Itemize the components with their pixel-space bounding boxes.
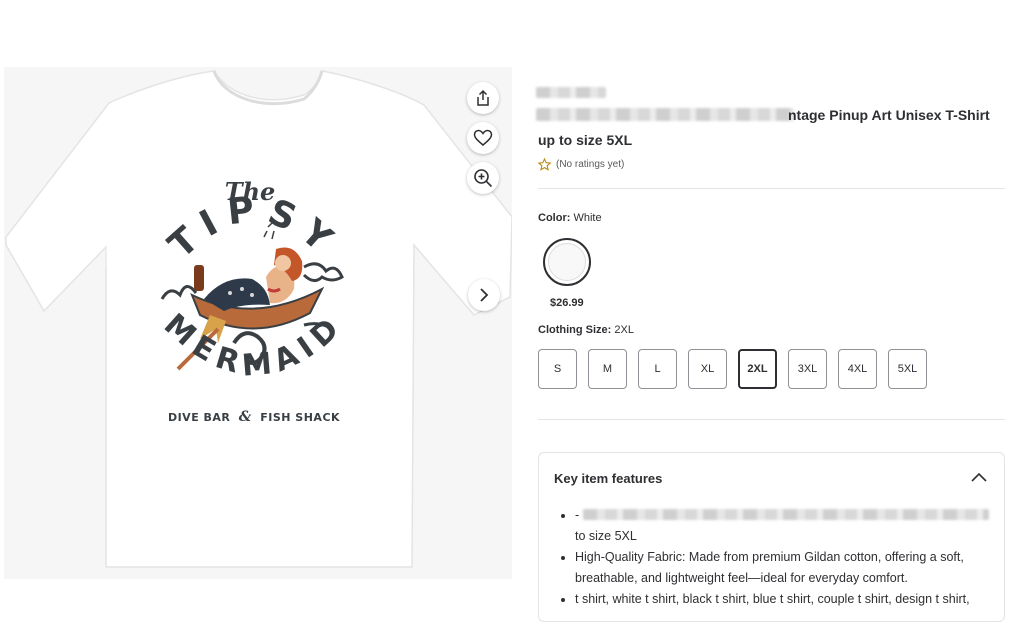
size-label-row: Clothing Size: 2XL bbox=[538, 324, 634, 336]
feature-item: - to size 5XL bbox=[575, 505, 1012, 547]
chevron-right-icon bbox=[480, 288, 489, 302]
feature-text: to size 5XL bbox=[575, 529, 637, 543]
features-list: - to size 5XL High-Quality Fabric: Made … bbox=[557, 505, 1012, 610]
size-option-m[interactable]: M bbox=[588, 349, 627, 389]
swatch-price: $26.99 bbox=[550, 297, 584, 309]
size-option-l[interactable]: L bbox=[638, 349, 677, 389]
print-tagline-left: DIVE BAR bbox=[168, 411, 230, 424]
rating-row[interactable]: (No ratings yet) bbox=[538, 158, 624, 171]
share-icon bbox=[477, 89, 489, 106]
zoom-in-icon bbox=[474, 169, 493, 188]
product-image-gallery[interactable]: The TIPSY MERMAID DIVE BAR & FISH SHACK bbox=[4, 67, 512, 579]
svg-text:DIVE BAR & FIS: DIVE BAR & FISH SHACK bbox=[168, 409, 340, 425]
product-photo: The TIPSY MERMAID DIVE BAR & FISH SHACK bbox=[4, 67, 512, 579]
size-label: Clothing Size: bbox=[538, 324, 612, 336]
product-title-redacted bbox=[536, 108, 794, 121]
favorite-button[interactable] bbox=[467, 122, 499, 154]
size-option-xl[interactable]: XL bbox=[688, 349, 727, 389]
color-value: White bbox=[573, 212, 602, 224]
divider bbox=[538, 188, 1005, 189]
key-features-card: Key item features - to size 5XL High-Qua… bbox=[538, 452, 1005, 622]
color-label: Color: bbox=[538, 212, 571, 224]
feature-item: t shirt, white t shirt, black t shirt, b… bbox=[575, 589, 1012, 610]
size-option-3xl[interactable]: 3XL bbox=[788, 349, 827, 389]
size-option-s[interactable]: S bbox=[538, 349, 577, 389]
size-options: S M L XL 2XL 3XL 4XL 5XL bbox=[538, 349, 927, 389]
swatch-thumbnail bbox=[548, 243, 586, 281]
divider bbox=[538, 419, 1005, 420]
star-icon bbox=[538, 158, 551, 171]
color-swatch-white[interactable] bbox=[543, 238, 591, 286]
product-title-line1: ntage Pinup Art Unisex T-Shirt bbox=[788, 107, 990, 123]
feature-prefix: - bbox=[575, 508, 580, 522]
zoom-button[interactable] bbox=[467, 162, 499, 194]
share-button[interactable] bbox=[467, 82, 499, 114]
feature-item: High-Quality Fabric: Made from premium G… bbox=[575, 547, 1012, 589]
product-title-line2: up to size 5XL bbox=[538, 132, 633, 148]
brand-name-redacted[interactable] bbox=[536, 87, 606, 98]
key-features-heading: Key item features bbox=[554, 471, 663, 486]
print-tagline-right: FISH SHACK bbox=[260, 411, 340, 424]
next-image-button[interactable] bbox=[468, 279, 500, 311]
rating-text: (No ratings yet) bbox=[556, 159, 625, 170]
size-option-4xl[interactable]: 4XL bbox=[838, 349, 877, 389]
color-label-row: Color: White bbox=[538, 212, 602, 224]
size-value: 2XL bbox=[614, 324, 634, 336]
feature-redacted bbox=[582, 509, 989, 520]
heart-icon bbox=[473, 129, 493, 146]
size-option-5xl[interactable]: 5XL bbox=[888, 349, 927, 389]
size-option-2xl[interactable]: 2XL bbox=[738, 349, 777, 389]
chevron-up-icon[interactable] bbox=[970, 471, 988, 483]
print-tagline-amp: & bbox=[239, 409, 252, 425]
